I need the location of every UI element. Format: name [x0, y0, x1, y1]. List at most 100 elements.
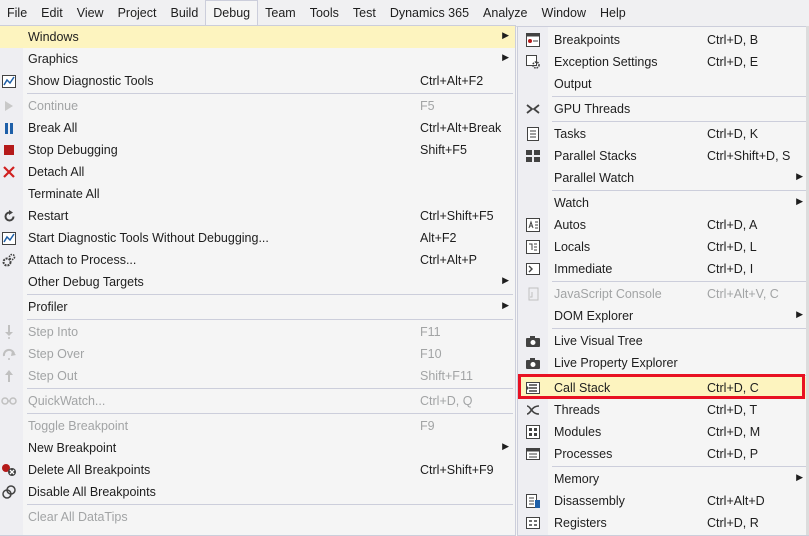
menu-tools[interactable]: Tools [303, 0, 346, 26]
menu-item-show-diagnostic-tools[interactable]: Show Diagnostic Tools Ctrl+Alt+F2 [0, 70, 515, 92]
registers-icon [525, 515, 541, 531]
menu-item-profiler[interactable]: Profiler ▶ [0, 296, 515, 318]
menu-item-delete-all-breakpoints[interactable]: Delete All Breakpoints Ctrl+Shift+F9 [0, 459, 515, 481]
menu-item-call-stack[interactable]: Call Stack Ctrl+D, C [518, 377, 809, 399]
submenu-arrow-icon: ▶ [502, 441, 509, 451]
menu-item-locals[interactable]: Locals Ctrl+D, L [518, 236, 809, 258]
menu-item-label: Show Diagnostic Tools [28, 74, 154, 88]
menu-item-step-out[interactable]: Step Out Shift+F11 [0, 365, 515, 387]
menu-item-new-breakpoint[interactable]: New Breakpoint ▶ [0, 437, 515, 459]
menu-item-memory[interactable]: Memory ▶ [518, 468, 809, 490]
menu-item-shortcut: Ctrl+Alt+F2 [420, 74, 484, 88]
disassembly-icon [525, 493, 541, 509]
menu-item-label: Modules [554, 425, 602, 439]
menu-item-quickwatch[interactable]: QuickWatch... Ctrl+D, Q [0, 390, 515, 412]
menu-item-shortcut: Ctrl+D, E [707, 55, 759, 69]
menu-item-label: Breakpoints [554, 33, 621, 47]
menu-test[interactable]: Test [346, 0, 383, 26]
processes-icon [525, 446, 541, 462]
menu-item-disable-all-breakpoints[interactable]: Disable All Breakpoints [0, 481, 515, 503]
menu-item-output[interactable]: Output [518, 73, 809, 95]
menu-analyze[interactable]: Analyze [476, 0, 534, 26]
menu-item-label: Parallel Watch [554, 171, 635, 185]
menu-item-live-visual-tree[interactable]: Live Visual Tree [518, 330, 809, 352]
gears-icon [1, 252, 17, 268]
menu-item-label: Step Into [28, 325, 79, 339]
threads-icon [525, 402, 541, 418]
menu-item-breakpoints[interactable]: Breakpoints Ctrl+D, B [518, 29, 809, 51]
menu-debug[interactable]: Debug [205, 0, 259, 27]
autos-icon [525, 217, 541, 233]
menu-item-modules[interactable]: Modules Ctrl+D, M [518, 421, 809, 443]
menu-item-label: Autos [554, 218, 586, 232]
menu-item-other-debug-targets[interactable]: Other Debug Targets ▶ [0, 271, 515, 293]
menu-item-exception-settings[interactable]: Exception Settings Ctrl+D, E [518, 51, 809, 73]
step-into-icon [1, 324, 17, 340]
menu-item-restart[interactable]: Restart Ctrl+Shift+F5 [0, 205, 515, 227]
menu-item-shortcut: Ctrl+Alt+V, C [707, 287, 779, 301]
menu-item-shortcut: Ctrl+D, B [707, 33, 759, 47]
submenu-arrow-icon: ▶ [796, 171, 803, 181]
menu-item-registers[interactable]: Registers Ctrl+D, R [518, 512, 809, 534]
menu-item-label: Break All [28, 121, 78, 135]
menu-item-start-diagnostic-tools[interactable]: Start Diagnostic Tools Without Debugging… [0, 227, 515, 249]
menu-item-break-all[interactable]: Break All Ctrl+Alt+Break [0, 117, 515, 139]
menu-item-shortcut: Shift+F5 [420, 143, 467, 157]
menu-item-graphics[interactable]: Graphics ▶ [0, 48, 515, 70]
menu-item-watch[interactable]: Watch ▶ [518, 192, 809, 214]
menu-item-live-property-explorer[interactable]: Live Property Explorer [518, 352, 809, 374]
javascript-console-icon [525, 286, 541, 302]
menu-separator [552, 466, 807, 467]
menu-item-processes[interactable]: Processes Ctrl+D, P [518, 443, 809, 465]
step-over-icon [1, 346, 17, 362]
camera-icon [525, 333, 541, 349]
menu-item-label: Clear All DataTips [28, 510, 128, 524]
diagnostic-tools-icon [1, 73, 17, 89]
menu-item-dom-explorer[interactable]: DOM Explorer ▶ [518, 305, 809, 327]
menu-item-parallel-stacks[interactable]: Parallel Stacks Ctrl+Shift+D, S [518, 145, 809, 167]
menu-item-immediate[interactable]: Immediate Ctrl+D, I [518, 258, 809, 280]
menu-help[interactable]: Help [593, 0, 633, 26]
menu-item-shortcut: Ctrl+D, A [707, 218, 758, 232]
menu-item-terminate-all[interactable]: Terminate All [0, 183, 515, 205]
menu-view[interactable]: View [70, 0, 111, 26]
menu-item-label: JavaScript Console [554, 287, 662, 301]
menu-team[interactable]: Team [258, 0, 303, 26]
menu-file[interactable]: File [0, 0, 34, 26]
menu-window[interactable]: Window [535, 0, 593, 26]
play-icon [1, 98, 17, 114]
locals-icon [525, 239, 541, 255]
menu-item-tasks[interactable]: Tasks Ctrl+D, K [518, 123, 809, 145]
menu-item-threads[interactable]: Threads Ctrl+D, T [518, 399, 809, 421]
menu-item-javascript-console[interactable]: JavaScript Console Ctrl+Alt+V, C [518, 283, 809, 305]
stop-icon [1, 142, 17, 158]
menu-build[interactable]: Build [163, 0, 205, 26]
menu-item-parallel-watch[interactable]: Parallel Watch ▶ [518, 167, 809, 189]
menu-item-stop-debugging[interactable]: Stop Debugging Shift+F5 [0, 139, 515, 161]
menu-item-shortcut: Alt+F2 [420, 231, 457, 245]
menu-item-label: Step Out [28, 369, 78, 383]
menu-item-step-into[interactable]: Step Into F11 [0, 321, 515, 343]
menu-edit[interactable]: Edit [34, 0, 70, 26]
menu-item-label: Profiler [28, 300, 68, 314]
menu-item-windows[interactable]: Windows ▶ [0, 26, 515, 48]
menu-item-disassembly[interactable]: Disassembly Ctrl+Alt+D [518, 490, 809, 512]
menu-separator [552, 190, 807, 191]
menu-project[interactable]: Project [111, 0, 164, 26]
glasses-icon [1, 393, 17, 409]
menu-item-detach-all[interactable]: Detach All [0, 161, 515, 183]
menu-item-autos[interactable]: Autos Ctrl+D, A [518, 214, 809, 236]
menu-item-clear-all-datatips[interactable]: Clear All DataTips [0, 506, 515, 528]
menu-item-shortcut: Ctrl+Alt+P [420, 253, 477, 267]
menu-item-label: GPU Threads [554, 102, 631, 116]
menu-item-shortcut: Ctrl+D, T [707, 403, 758, 417]
menu-item-attach-to-process[interactable]: Attach to Process... Ctrl+Alt+P [0, 249, 515, 271]
menu-item-continue[interactable]: Continue F5 [0, 95, 515, 117]
menu-item-shortcut: Ctrl+Shift+F9 [420, 463, 494, 477]
pause-icon [1, 120, 17, 136]
menu-separator [27, 319, 513, 320]
menu-item-toggle-breakpoint[interactable]: Toggle Breakpoint F9 [0, 415, 515, 437]
menu-item-step-over[interactable]: Step Over F10 [0, 343, 515, 365]
menu-dynamics-365[interactable]: Dynamics 365 [383, 0, 476, 26]
menu-item-gpu-threads[interactable]: GPU Threads [518, 98, 809, 120]
